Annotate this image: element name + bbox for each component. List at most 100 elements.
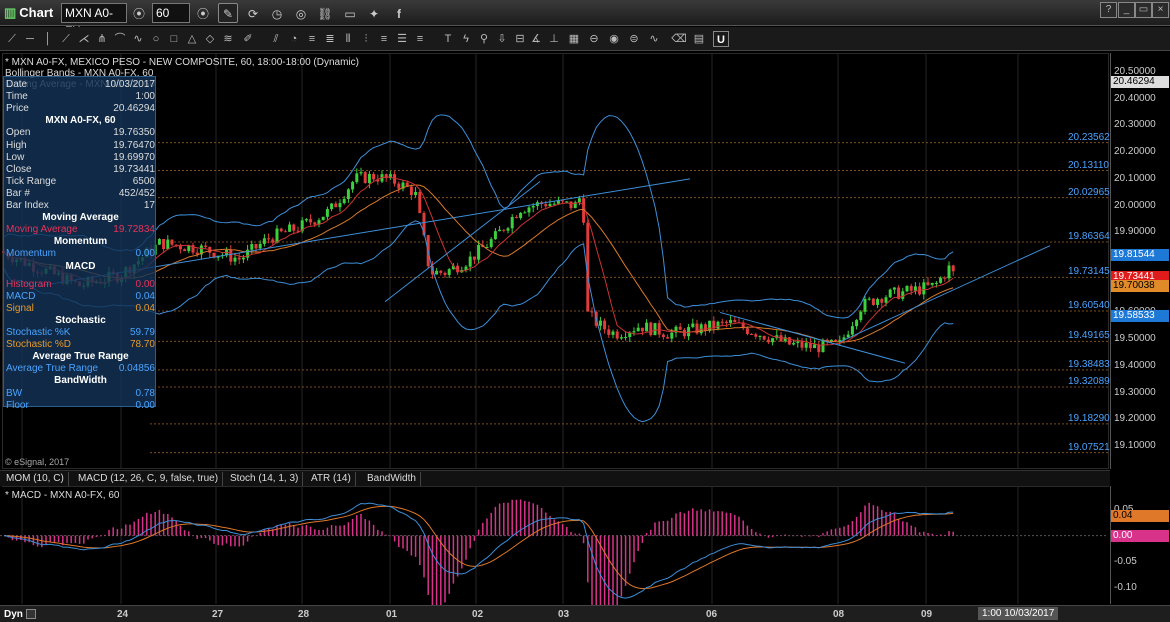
maximize-button[interactable]: ▭ (1135, 2, 1152, 18)
symbol-dropdown-icon[interactable]: ⦿ (129, 3, 149, 23)
pencil-icon[interactable]: ✎ (218, 3, 238, 23)
data-window-row-high: High 19.76470 (6, 140, 155, 152)
note-tool-icon[interactable]: ⊟ (512, 31, 528, 47)
interval-dropdown-icon[interactable]: ⦿ (193, 3, 213, 23)
measure-tool-icon[interactable]: ∡ (528, 31, 544, 47)
refresh-icon[interactable]: ⟳ (243, 3, 263, 23)
fan-tool-icon[interactable]: ⋌ (76, 31, 92, 47)
time-axis-label: 03 (558, 609, 570, 620)
price-chart-canvas[interactable] (0, 53, 1110, 470)
tab-stoch[interactable]: Stoch (14, 1, 3) (226, 472, 304, 486)
cycle-tool-icon[interactable]: ≡ (412, 31, 428, 47)
marker-tool-icon[interactable]: ⚲ (476, 31, 492, 47)
candle-body (716, 321, 720, 329)
chart-logo-icon: ▥ (4, 5, 17, 20)
twitter-icon[interactable]: ✦ (364, 3, 384, 23)
facebook-icon[interactable]: f (389, 3, 409, 23)
eye-tool-icon[interactable]: ◉ (606, 31, 622, 47)
candle-body (435, 270, 439, 275)
help-button[interactable]: ? (1100, 2, 1117, 18)
candle-body (666, 337, 670, 339)
candle-body (796, 341, 800, 344)
data-window-label: Price (6, 103, 29, 115)
time-axis-label: 06 (706, 609, 718, 620)
fib-extension-icon[interactable]: ≣ (322, 31, 338, 47)
minimize-button[interactable]: _ (1118, 2, 1135, 18)
macd-axis[interactable]: 0.050.00-0.05-0.100.040.00 (1110, 486, 1170, 604)
hline-tool-icon[interactable]: ─ (22, 31, 38, 47)
cursor-time-label: 1:00 10/03/2017 (978, 607, 1059, 620)
copyright-text: © eSignal, 2017 (5, 457, 70, 467)
fib-arc-icon[interactable]: ≡ (376, 31, 392, 47)
candle-body (254, 244, 258, 249)
tab-mom[interactable]: MOM (10, C) (2, 472, 69, 486)
candle-body (930, 282, 934, 285)
data-window-label: High (6, 139, 27, 151)
candle-body (884, 297, 888, 303)
chart-window: ▥Chart MXN A0-FX ⦿ 60 ⦿ ✎ ⟳ ◷ ◎ ⛓ ▭ ✦ f … (0, 0, 1170, 622)
comment-icon[interactable]: ▭ (340, 3, 360, 23)
triangle-tool-icon[interactable]: △ (184, 31, 200, 47)
ellipse-tool-icon[interactable]: ○ (148, 31, 164, 47)
channel-tool-icon[interactable]: ≋ (220, 31, 236, 47)
target-icon[interactable]: ◎ (291, 3, 311, 23)
pitchfork-tool-icon[interactable]: ⋔ (94, 31, 110, 47)
zoom-tool-icon[interactable]: ⊖ (586, 31, 602, 47)
save-tool-icon[interactable]: ▤ (691, 31, 707, 47)
data-window-label: BW (6, 387, 23, 399)
link-icon[interactable]: ⛓ (315, 3, 335, 23)
lock-tool-icon[interactable]: U (713, 31, 729, 47)
candle-body (846, 334, 850, 338)
data-window-label: MACD (6, 290, 36, 302)
tab-macd[interactable]: MACD (12, 26, C, 9, false, true) (74, 472, 224, 486)
pen-tool-icon[interactable]: ✐ (240, 31, 256, 47)
data-window-row-bar: Bar # 452/452 (6, 188, 155, 200)
candle-body (569, 201, 573, 209)
tab-atr[interactable]: ATR (14) (307, 472, 356, 486)
candle-body (905, 285, 909, 292)
tab-bandwidth[interactable]: BandWidth (363, 472, 421, 486)
arrow-tool-icon[interactable]: ⇩ (494, 31, 510, 47)
candle-body (506, 228, 510, 231)
candle-body (363, 172, 367, 184)
text-box-icon[interactable]: ϟ (458, 31, 474, 47)
polygon-tool-icon[interactable]: ◇ (202, 31, 218, 47)
regression-tool-icon[interactable]: ∿ (130, 31, 146, 47)
parallel-tool-icon[interactable]: ⫽ (268, 31, 284, 47)
fib-channel-icon[interactable]: ☰ (394, 31, 410, 47)
clock-icon[interactable]: ◷ (267, 3, 287, 23)
data-window-label: Open (6, 127, 31, 139)
ruler-tool-icon[interactable]: ⊥ (546, 31, 562, 47)
text-tool-icon[interactable]: T (440, 31, 456, 47)
macd-axis-tick: -0.05 (1114, 555, 1137, 567)
wave-tool-icon[interactable]: ∿ (646, 31, 662, 47)
grid-tool-icon[interactable]: ▦ (566, 31, 582, 47)
fib-time-icon[interactable]: ⫴ (340, 31, 356, 47)
time-axis[interactable]: Dyn 24 27 28 01 02 03 06 08 09 1:00 10/03/2017 (0, 605, 1170, 622)
eraser-tool-icon[interactable]: ⌫ (671, 31, 687, 47)
candle-body (409, 186, 413, 196)
data-window[interactable]: Date 10/03/2017 Time 1:00 Price 20.46294 MXN A… (3, 76, 156, 411)
close-button[interactable]: × (1152, 2, 1169, 18)
candle-body (351, 182, 355, 190)
magnet-tool-icon[interactable]: ⊜ (626, 31, 642, 47)
arc-tool-icon[interactable]: ⌒ (112, 31, 128, 47)
vline-tool-icon[interactable]: │ (40, 31, 56, 47)
axis-toggle-icon[interactable] (26, 609, 36, 619)
price-axis[interactable]: 20.50000 20.40000 20.30000 20.20000 20.10000… (1110, 53, 1170, 469)
price-axis-tick: 19.10000 (1114, 440, 1156, 451)
fib-fan-icon[interactable]: ⫶ (358, 31, 374, 47)
interval-input[interactable]: 60 (152, 3, 190, 23)
candle-body (939, 277, 943, 283)
candle-body (170, 239, 174, 245)
candle-body (288, 224, 292, 232)
candle-body (258, 243, 262, 249)
fib-retracement-icon[interactable]: ≡ (304, 31, 320, 47)
symbol-input[interactable]: MXN A0-FX (61, 3, 127, 38)
ray-tool-icon[interactable]: ⟋ (58, 31, 74, 47)
gann-tool-icon[interactable]: ◔ (286, 31, 302, 47)
level-label: 19.49165 (1068, 330, 1110, 342)
rectangle-tool-icon[interactable]: □ (166, 31, 182, 47)
trendline-tool-icon[interactable]: ⟋ (4, 31, 20, 47)
macd-canvas[interactable] (0, 486, 1110, 605)
